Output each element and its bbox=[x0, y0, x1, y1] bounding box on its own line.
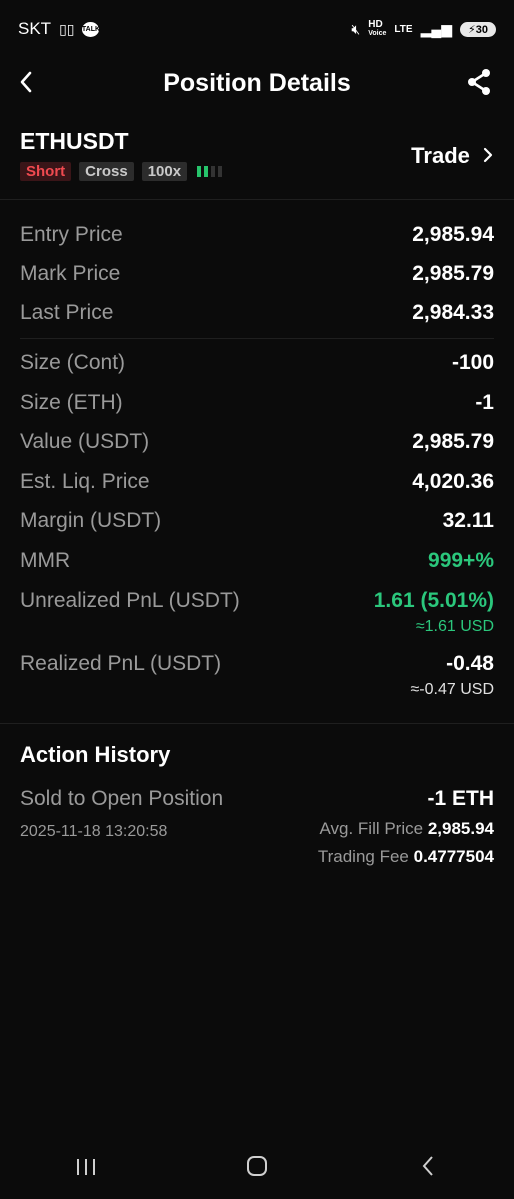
back-button[interactable] bbox=[18, 70, 34, 101]
row-subvalue: ≈1.61 USD bbox=[415, 618, 494, 635]
chevron-right-icon bbox=[483, 147, 493, 163]
row-label: Size (Cont) bbox=[20, 351, 126, 374]
recent-apps-button[interactable] bbox=[56, 1156, 116, 1184]
row-value: -100 bbox=[451, 351, 494, 374]
divider bbox=[0, 723, 514, 724]
size-cont-row: Size (Cont) -100 bbox=[20, 351, 494, 375]
signal-icon: ▂▄▆ bbox=[420, 20, 453, 37]
back-arrow-icon bbox=[422, 1156, 434, 1176]
row-value: 32.11 bbox=[442, 509, 494, 532]
page-title: Position Details bbox=[163, 68, 351, 97]
row-value: 2,985.79 bbox=[412, 262, 494, 285]
history-description: Sold to Open Position bbox=[20, 787, 224, 810]
carrier-label: SKT bbox=[18, 19, 52, 38]
history-amount: -1 ETH bbox=[427, 787, 494, 810]
avg-fill-value: 2,985.94 bbox=[427, 819, 494, 838]
avg-fill-label: Avg. Fill Price bbox=[319, 819, 424, 838]
history-item: Sold to Open Position 2025-11-18 13:20:5… bbox=[20, 787, 494, 867]
position-header: ETHUSDT Short Cross 100x Trade bbox=[20, 128, 494, 188]
mute-icon: 🔇︎ bbox=[351, 20, 361, 37]
risk-level-icon bbox=[197, 166, 223, 177]
row-label: MMR bbox=[20, 549, 71, 572]
row-label: Entry Price bbox=[20, 223, 123, 246]
row-value: 999+% bbox=[428, 549, 494, 572]
mmr-row: MMR 999+% bbox=[20, 549, 494, 573]
row-value: 2,985.94 bbox=[412, 223, 494, 246]
kakaotalk-icon: TALK bbox=[82, 21, 100, 37]
row-label: Size (ETH) bbox=[20, 391, 123, 414]
fee-value: 0.4777504 bbox=[413, 847, 494, 866]
row-label: Mark Price bbox=[20, 262, 121, 285]
share-button[interactable] bbox=[466, 68, 492, 101]
row-label: Realized PnL (USDT) bbox=[20, 652, 222, 675]
nav-back-button[interactable] bbox=[398, 1155, 458, 1184]
liq-price-row: Est. Liq. Price 4,020.36 bbox=[20, 470, 494, 494]
margin-row: Margin (USDT) 32.11 bbox=[20, 509, 494, 533]
row-subvalue: ≈-0.47 USD bbox=[410, 681, 494, 698]
recent-apps-icon bbox=[76, 1158, 95, 1175]
lte-label: LTE bbox=[394, 23, 413, 35]
hd-voice-icon: HD Voice bbox=[368, 20, 386, 38]
row-value: 4,020.36 bbox=[412, 470, 494, 493]
app-header: Position Details bbox=[0, 58, 514, 108]
divider bbox=[20, 338, 494, 339]
home-icon bbox=[246, 1156, 267, 1176]
row-value: -1 bbox=[475, 391, 494, 414]
trade-button[interactable]: Trade bbox=[411, 143, 494, 169]
size-eth-row: Size (ETH) -1 bbox=[20, 391, 494, 415]
mark-price-row: Mark Price 2,985.79 bbox=[20, 262, 494, 286]
divider bbox=[0, 199, 514, 200]
row-label: Last Price bbox=[20, 301, 114, 324]
battery-level: 30 bbox=[475, 23, 488, 36]
realized-pnl-row: Realized PnL (USDT) -0.48 ≈-0.47 USD bbox=[20, 652, 494, 699]
trading-fee: Trading Fee 0.4777504 bbox=[318, 847, 494, 867]
value-row: Value (USDT) 2,985.79 bbox=[20, 430, 494, 454]
voice-label: Voice bbox=[368, 30, 387, 37]
side-badge: Short bbox=[20, 162, 72, 181]
margin-mode-badge: Cross bbox=[79, 162, 134, 181]
battery-indicator: ⚡30 bbox=[460, 21, 496, 37]
notification-icon: ▯▯ bbox=[59, 20, 75, 37]
entry-price-row: Entry Price 2,985.94 bbox=[20, 223, 494, 247]
hd-label: HD bbox=[368, 19, 383, 30]
leverage-badge: 100x bbox=[141, 162, 188, 181]
row-label: Margin (USDT) bbox=[20, 509, 162, 532]
row-label: Est. Liq. Price bbox=[20, 470, 150, 493]
row-label: Value (USDT) bbox=[20, 430, 150, 453]
row-value: -0.48 bbox=[446, 652, 494, 675]
chevron-left-icon bbox=[20, 71, 32, 93]
avg-fill-price: Avg. Fill Price 2,985.94 bbox=[318, 819, 494, 839]
row-value: 2,985.79 bbox=[412, 430, 494, 453]
share-icon bbox=[468, 69, 490, 95]
status-bar: SKT ▯▯ TALK 🔇︎ HD Voice LTE ▂▄▆ ⚡30 bbox=[0, 0, 514, 58]
home-button[interactable] bbox=[227, 1155, 287, 1184]
row-value: 1.61 (5.01%) bbox=[373, 589, 494, 612]
row-value: 2,984.33 bbox=[412, 301, 494, 324]
last-price-row: Last Price 2,984.33 bbox=[20, 301, 494, 325]
system-nav-bar bbox=[0, 1140, 514, 1199]
fee-label: Trading Fee bbox=[317, 847, 409, 866]
unrealized-pnl-row: Unrealized PnL (USDT) 1.61 (5.01%) ≈1.61… bbox=[20, 589, 494, 636]
row-label: Unrealized PnL (USDT) bbox=[20, 589, 240, 612]
history-datetime: 2025-11-18 13:20:58 bbox=[20, 823, 168, 840]
trade-label: Trade bbox=[411, 143, 470, 168]
section-title: Action History bbox=[20, 742, 171, 767]
